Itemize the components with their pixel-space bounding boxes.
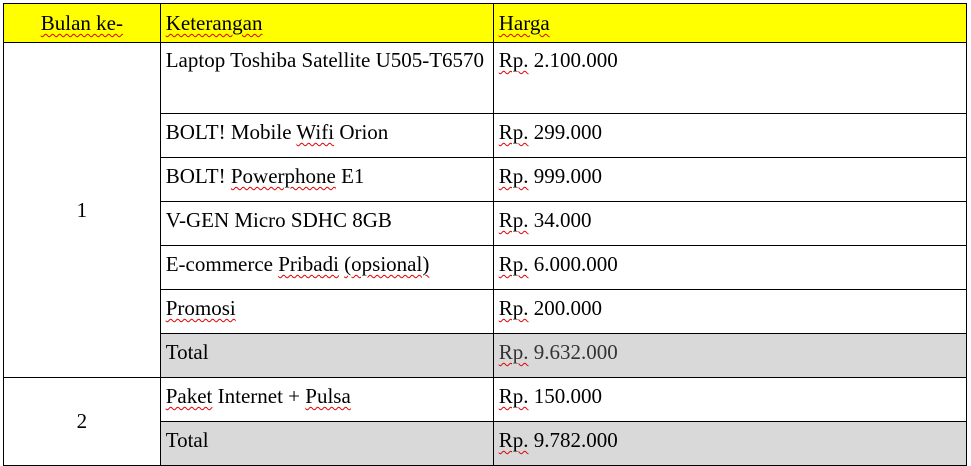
total-price: Rp. 9.632.000 bbox=[492, 333, 968, 378]
price-cell: Rp. 200.000 bbox=[492, 289, 968, 334]
price-cell: Rp. 999.000 bbox=[492, 157, 968, 202]
total-price: Rp. 9.782.000 bbox=[492, 421, 968, 466]
header-month: Bulan ke- bbox=[3, 3, 161, 43]
price-cell: Rp. 2.100.000 bbox=[492, 42, 968, 114]
price-cell: Rp. 299.000 bbox=[492, 113, 968, 158]
description-cell: E-commerce Pribadi (opsional) bbox=[159, 245, 494, 290]
price-table: Bulan ke- Keterangan Harga 1 Laptop Tosh… bbox=[3, 3, 968, 466]
header-row: Bulan ke- Keterangan Harga bbox=[3, 3, 968, 43]
description-cell: V-GEN Micro SDHC 8GB bbox=[159, 201, 494, 246]
price-cell: Rp. 34.000 bbox=[492, 201, 968, 246]
total-label: Total bbox=[159, 333, 494, 378]
description-cell: BOLT! Mobile Wifi Orion bbox=[159, 113, 494, 158]
total-label: Total bbox=[159, 421, 494, 466]
table-row: 2 Paket Internet + Pulsa Rp. 150.000 bbox=[3, 377, 968, 466]
description-cell: BOLT! Powerphone E1 bbox=[159, 157, 494, 202]
month-cell: 1 bbox=[3, 42, 161, 378]
header-price: Harga bbox=[492, 3, 968, 43]
header-description: Keterangan bbox=[159, 3, 494, 43]
month-cell: 2 bbox=[3, 377, 161, 466]
description-cell: Paket Internet + Pulsa bbox=[159, 377, 494, 422]
price-cell: Rp. 150.000 bbox=[492, 377, 968, 422]
description-cell: Promosi bbox=[159, 289, 494, 334]
description-cell: Laptop Toshiba Satellite U505-T6570 bbox=[159, 42, 494, 114]
table-row: 1 Laptop Toshiba Satellite U505-T6570 Rp… bbox=[3, 42, 968, 378]
price-cell: Rp. 6.000.000 bbox=[492, 245, 968, 290]
